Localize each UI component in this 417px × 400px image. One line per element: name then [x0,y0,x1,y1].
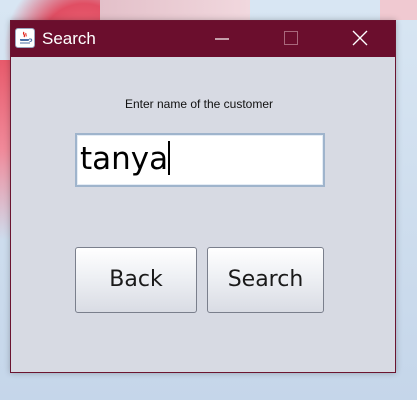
close-button[interactable] [337,21,383,57]
back-button[interactable]: Back [75,247,197,313]
prompt-label: Enter name of the customer [124,97,274,111]
wallpaper-petal-shape [380,0,417,20]
text-caret [168,141,171,175]
java-coffee-icon[interactable] [15,28,35,48]
customer-name-input[interactable]: tanya [75,133,325,187]
maximize-icon [284,31,298,45]
window-title: Search [42,29,96,48]
form-panel: Enter name of the customer tanya Back Se… [11,57,395,372]
customer-name-text: tanya [80,141,169,177]
minimize-button[interactable] [199,21,245,57]
search-window: Search Enter name of the customer tanya … [10,20,396,373]
wallpaper-petal-shape [100,0,250,20]
maximize-button[interactable] [268,21,314,57]
title-bar[interactable]: Search [11,21,395,57]
search-button[interactable]: Search [207,247,324,313]
customer-name-value: tanya [80,139,171,179]
close-icon [352,30,368,46]
minimize-icon [215,38,229,40]
